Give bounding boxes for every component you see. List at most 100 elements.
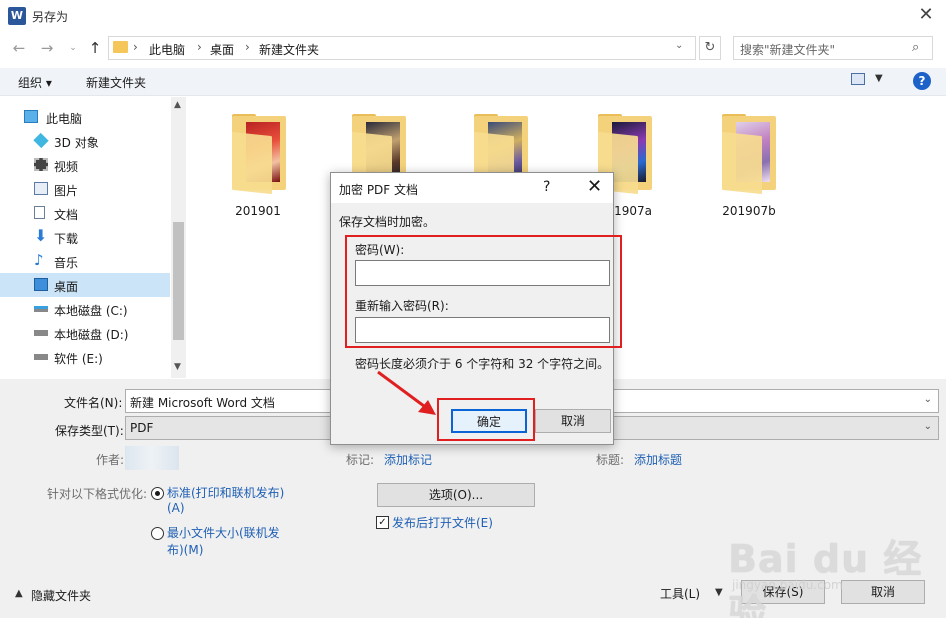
radio-minimum-label-2[interactable]: 布)(M) xyxy=(167,541,203,558)
forward-arrow-icon[interactable]: → xyxy=(36,38,58,58)
desktop-icon xyxy=(34,278,48,291)
tags-label: 标记: xyxy=(346,453,375,467)
chevron-up-icon[interactable]: ▲ xyxy=(15,588,23,599)
filename-value: 新建 Microsoft Word 文档 xyxy=(130,396,275,410)
folder-item[interactable] xyxy=(714,114,784,195)
filename-label: 文件名(N): xyxy=(64,396,123,410)
radio-standard-label[interactable]: 标准(打印和联机发布) xyxy=(167,484,284,501)
scroll-up-icon[interactable]: ▲ xyxy=(174,100,181,110)
dialog-close-button[interactable]: ✕ xyxy=(587,176,602,197)
search-placeholder: 搜索"新建文件夹" xyxy=(740,43,836,57)
chevron-right-icon: › xyxy=(197,40,202,54)
sidebar-item-label: 音乐 xyxy=(54,256,79,270)
drive-icon xyxy=(34,354,48,360)
sidebar-item-label: 图片 xyxy=(54,184,79,198)
document-icon xyxy=(34,206,45,219)
baidu-watermark: Bai du 经验 jingyan.baidu.com xyxy=(728,528,938,618)
back-arrow-icon[interactable]: ← xyxy=(8,38,30,58)
sidebar-item-pictures[interactable]: 图片 xyxy=(0,177,170,201)
sidebar-item-label: 本地磁盘 (C:) xyxy=(54,304,128,318)
folder-item[interactable] xyxy=(224,114,294,195)
sidebar-item-desktop[interactable]: 桌面 xyxy=(0,273,170,297)
view-icon[interactable] xyxy=(851,73,865,85)
recent-dropdown-icon[interactable]: ⌄ xyxy=(62,38,84,58)
options-button[interactable]: 选项(O)... xyxy=(377,483,535,507)
open-after-label[interactable]: 发布后打开文件(E) xyxy=(392,514,493,531)
film-icon xyxy=(34,158,48,171)
chevron-right-icon: › xyxy=(245,40,250,54)
scrollbar-thumb[interactable] xyxy=(173,222,184,340)
sidebar-item-label: 此电脑 xyxy=(46,112,83,126)
breadcrumb-pc[interactable]: 此电脑 xyxy=(149,41,185,58)
word-app-icon: W xyxy=(8,7,26,25)
sidebar-item-label: 软件 (E:) xyxy=(54,352,103,366)
open-after-checkbox[interactable]: ✓ xyxy=(376,516,389,529)
view-dropdown-icon[interactable]: ▼ xyxy=(875,73,883,84)
breadcrumb-desktop[interactable]: 桌面 xyxy=(210,41,234,58)
filetype-value: PDF xyxy=(130,421,154,435)
sidebar-item-label: 3D 对象 xyxy=(54,136,99,150)
dialog-description: 保存文档时加密。 xyxy=(339,215,436,229)
author-value-redacted[interactable] xyxy=(125,446,179,470)
navigation-pane: 此电脑 3D 对象 视频 图片 文档 ⬇ 下载 ♪ 音乐 桌面 本地磁盘 (C:… xyxy=(0,97,186,378)
sidebar-item-drive-e[interactable]: 软件 (E:) xyxy=(0,345,170,369)
add-title-link[interactable]: 添加标题 xyxy=(634,451,682,468)
breadcrumb-new-folder[interactable]: 新建文件夹 xyxy=(259,41,319,58)
command-toolbar: 组织 ▾ 新建文件夹 ▼ ? xyxy=(0,68,946,96)
hide-folders-button[interactable]: 隐藏文件夹 xyxy=(31,587,91,604)
close-window-button[interactable]: ✕ xyxy=(914,4,938,28)
chevron-down-icon[interactable]: ⌄ xyxy=(924,394,932,405)
watermark-brand: Bai du 经验 xyxy=(728,537,923,618)
address-bar[interactable]: › 此电脑 › 桌面 › 新建文件夹 ⌄ xyxy=(108,36,696,60)
filetype-label: 保存类型(T): xyxy=(55,424,124,438)
radio-standard-label-2[interactable]: (A) xyxy=(167,501,185,515)
dialog-title-bar: 加密 PDF 文档 ? ✕ xyxy=(331,173,613,203)
password-length-note: 密码长度必须介于 6 个字符和 32 个字符之间。 xyxy=(355,357,610,371)
radio-minimum-size[interactable] xyxy=(151,527,164,540)
dialog-help-button[interactable]: ? xyxy=(543,179,550,195)
folder-icon xyxy=(113,41,128,53)
sidebar-item-label: 视频 xyxy=(54,160,79,174)
sidebar-item-downloads[interactable]: ⬇ 下载 xyxy=(0,225,170,249)
new-folder-button[interactable]: 新建文件夹 xyxy=(86,74,146,91)
sidebar-item-music[interactable]: ♪ 音乐 xyxy=(0,249,170,273)
drive-icon xyxy=(34,330,48,336)
download-arrow-icon: ⬇ xyxy=(34,226,48,245)
sidebar-item-drive-c[interactable]: 本地磁盘 (C:) xyxy=(0,297,170,321)
refresh-icon[interactable]: ↻ xyxy=(699,36,721,60)
tools-dropdown-icon[interactable]: ▼ xyxy=(715,587,723,598)
chevron-down-icon[interactable]: ⌄ xyxy=(924,421,932,432)
search-input[interactable]: 搜索"新建文件夹" ⌕ xyxy=(733,36,933,60)
watermark-url: jingyan.baidu.com xyxy=(732,578,843,592)
annotation-highlight-ok-button xyxy=(437,398,535,441)
folder-name[interactable]: 201901 xyxy=(213,204,303,218)
chevron-right-icon: › xyxy=(133,40,138,54)
sidebar-item-documents[interactable]: 文档 xyxy=(0,201,170,225)
organize-button[interactable]: 组织 ▾ xyxy=(18,74,52,91)
window-title: 另存为 xyxy=(32,10,69,24)
folder-name[interactable]: 201907b xyxy=(704,204,794,218)
radio-minimum-label[interactable]: 最小文件大小(联机发 xyxy=(167,524,280,541)
author-label: 作者: xyxy=(96,453,125,467)
title-label: 标题: xyxy=(596,453,625,467)
music-note-icon: ♪ xyxy=(34,251,44,269)
annotation-highlight-password-fields xyxy=(345,235,622,348)
help-icon[interactable]: ? xyxy=(913,72,931,90)
tools-button[interactable]: 工具(L) xyxy=(660,585,700,602)
dialog-title: 加密 PDF 文档 xyxy=(339,183,419,197)
add-tags-link[interactable]: 添加标记 xyxy=(384,451,432,468)
sidebar-item-label: 文档 xyxy=(54,208,79,222)
sidebar-item-drive-d[interactable]: 本地磁盘 (D:) xyxy=(0,321,170,345)
sidebar-item-videos[interactable]: 视频 xyxy=(0,153,170,177)
sidebar-item-3d-objects[interactable]: 3D 对象 xyxy=(0,129,170,153)
sidebar-item-this-pc[interactable]: 此电脑 xyxy=(0,105,170,129)
picture-icon xyxy=(34,182,48,195)
up-arrow-icon[interactable]: ↑ xyxy=(84,38,106,58)
scroll-down-icon[interactable]: ▼ xyxy=(174,362,181,372)
radio-standard[interactable] xyxy=(151,487,164,500)
sidebar-item-label: 本地磁盘 (D:) xyxy=(54,328,129,342)
sidebar-scrollbar[interactable]: ▲ ▼ xyxy=(171,97,186,378)
dialog-cancel-button[interactable]: 取消 xyxy=(535,409,611,433)
chevron-down-icon[interactable]: ⌄ xyxy=(675,40,683,51)
sidebar-item-label: 下载 xyxy=(54,232,79,246)
